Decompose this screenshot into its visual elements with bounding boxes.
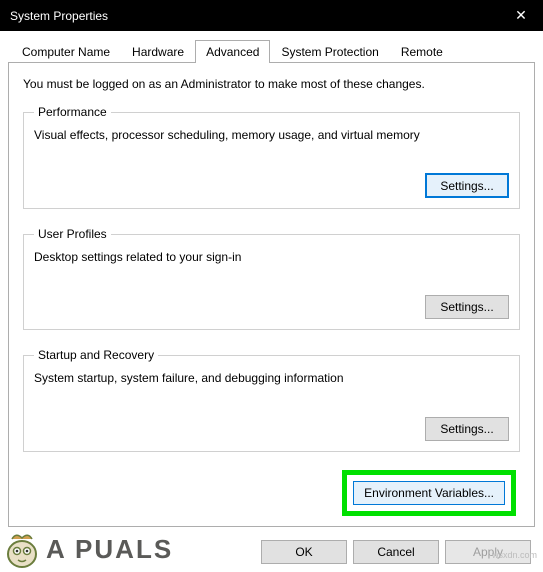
ok-button[interactable]: OK <box>261 540 347 564</box>
tab-strip: Computer Name Hardware Advanced System P… <box>11 39 535 62</box>
group-startup-desc: System startup, system failure, and debu… <box>34 370 509 386</box>
group-user-profiles-legend: User Profiles <box>34 227 111 241</box>
tab-hardware[interactable]: Hardware <box>121 40 195 63</box>
performance-settings-button[interactable]: Settings... <box>425 173 509 198</box>
group-performance-legend: Performance <box>34 105 111 119</box>
group-startup-btn-row: Settings... <box>34 417 509 441</box>
group-performance: Performance Visual effects, processor sc… <box>23 105 520 209</box>
group-user-profiles: User Profiles Desktop settings related t… <box>23 227 520 330</box>
group-startup-recovery: Startup and Recovery System startup, sys… <box>23 348 520 451</box>
environment-variables-button[interactable]: Environment Variables... <box>353 481 505 505</box>
titlebar: System Properties ✕ <box>0 0 543 31</box>
close-icon: ✕ <box>515 7 527 24</box>
group-performance-desc: Visual effects, processor scheduling, me… <box>34 127 509 143</box>
window-title: System Properties <box>10 9 108 23</box>
brand-text: A PUALS <box>46 534 173 565</box>
dialog-bottom-bar: OK Cancel Apply <box>261 540 531 564</box>
watermark-text: wsxdn.com <box>492 550 537 560</box>
environment-variables-row: Environment Variables... <box>23 470 520 516</box>
tab-remote[interactable]: Remote <box>390 40 454 63</box>
cancel-button[interactable]: Cancel <box>353 540 439 564</box>
group-user-profiles-desc: Desktop settings related to your sign-in <box>34 249 509 265</box>
brand-overlay: A PUALS <box>0 526 200 572</box>
close-button[interactable]: ✕ <box>499 0 543 31</box>
intro-text: You must be logged on as an Administrato… <box>23 77 520 91</box>
startup-settings-button[interactable]: Settings... <box>425 417 509 441</box>
tab-computer-name[interactable]: Computer Name <box>11 40 121 63</box>
user-profiles-settings-button[interactable]: Settings... <box>425 295 509 319</box>
group-user-profiles-btn-row: Settings... <box>34 295 509 319</box>
client-area: Computer Name Hardware Advanced System P… <box>0 31 543 527</box>
tab-panel-advanced: You must be logged on as an Administrato… <box>8 62 535 527</box>
tab-advanced[interactable]: Advanced <box>195 40 270 63</box>
environment-variables-highlight: Environment Variables... <box>342 470 516 516</box>
group-startup-legend: Startup and Recovery <box>34 348 158 362</box>
group-performance-btn-row: Settings... <box>34 173 509 198</box>
tab-system-protection[interactable]: System Protection <box>270 40 389 63</box>
brand-mascot-icon <box>0 528 44 570</box>
